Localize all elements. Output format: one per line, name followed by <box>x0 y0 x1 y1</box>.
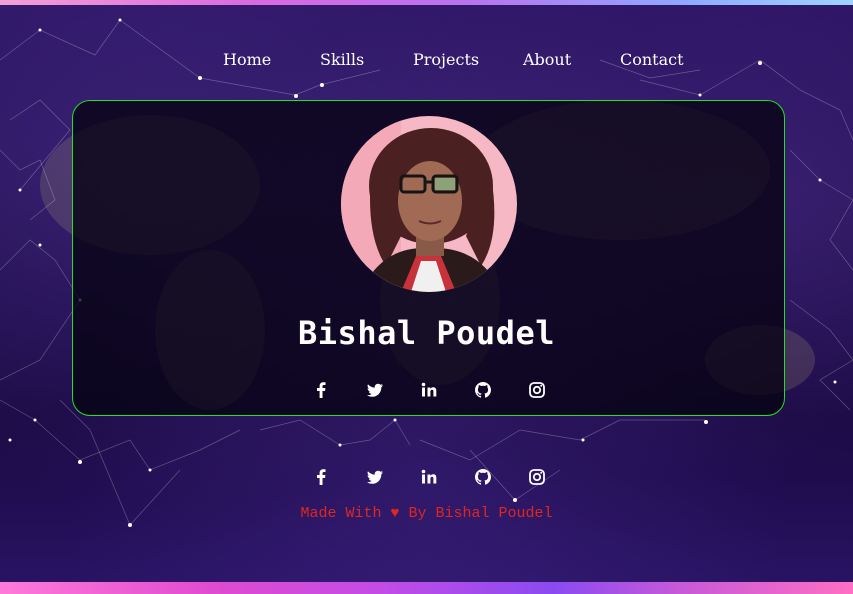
card-social-links <box>0 380 853 400</box>
twitter-icon[interactable] <box>365 380 385 400</box>
portfolio-page: Home Skills Projects About Contact Bisha… <box>0 0 853 594</box>
profile-avatar <box>341 116 517 292</box>
top-gradient-strip <box>0 0 853 5</box>
linkedin-icon[interactable] <box>419 380 439 400</box>
nav-contact-link[interactable]: Contact <box>620 50 684 69</box>
nav-about-link[interactable]: About <box>523 50 571 69</box>
instagram-icon[interactable] <box>527 380 547 400</box>
profile-name: Bishal Poudel <box>298 314 555 352</box>
top-navigation: Home Skills Projects About Contact <box>0 50 853 74</box>
footer-author: By Bishal Poudel <box>408 505 553 522</box>
bottom-gradient-strip <box>0 582 853 594</box>
footer-made-with: Made With <box>300 505 382 522</box>
github-icon[interactable] <box>473 380 493 400</box>
nav-projects-link[interactable]: Projects <box>413 50 479 69</box>
nav-home-link[interactable]: Home <box>223 50 271 69</box>
instagram-icon[interactable] <box>527 467 547 487</box>
heart-icon: ♥ <box>390 505 400 522</box>
footer-credit: Made With ♥ By Bishal Poudel <box>0 505 853 522</box>
facebook-icon[interactable] <box>311 380 331 400</box>
github-icon[interactable] <box>473 467 493 487</box>
facebook-icon[interactable] <box>311 467 331 487</box>
linkedin-icon[interactable] <box>419 467 439 487</box>
profile-photo-icon <box>341 116 517 292</box>
footer-social-links <box>0 467 853 487</box>
twitter-icon[interactable] <box>365 467 385 487</box>
nav-skills-link[interactable]: Skills <box>320 50 364 69</box>
